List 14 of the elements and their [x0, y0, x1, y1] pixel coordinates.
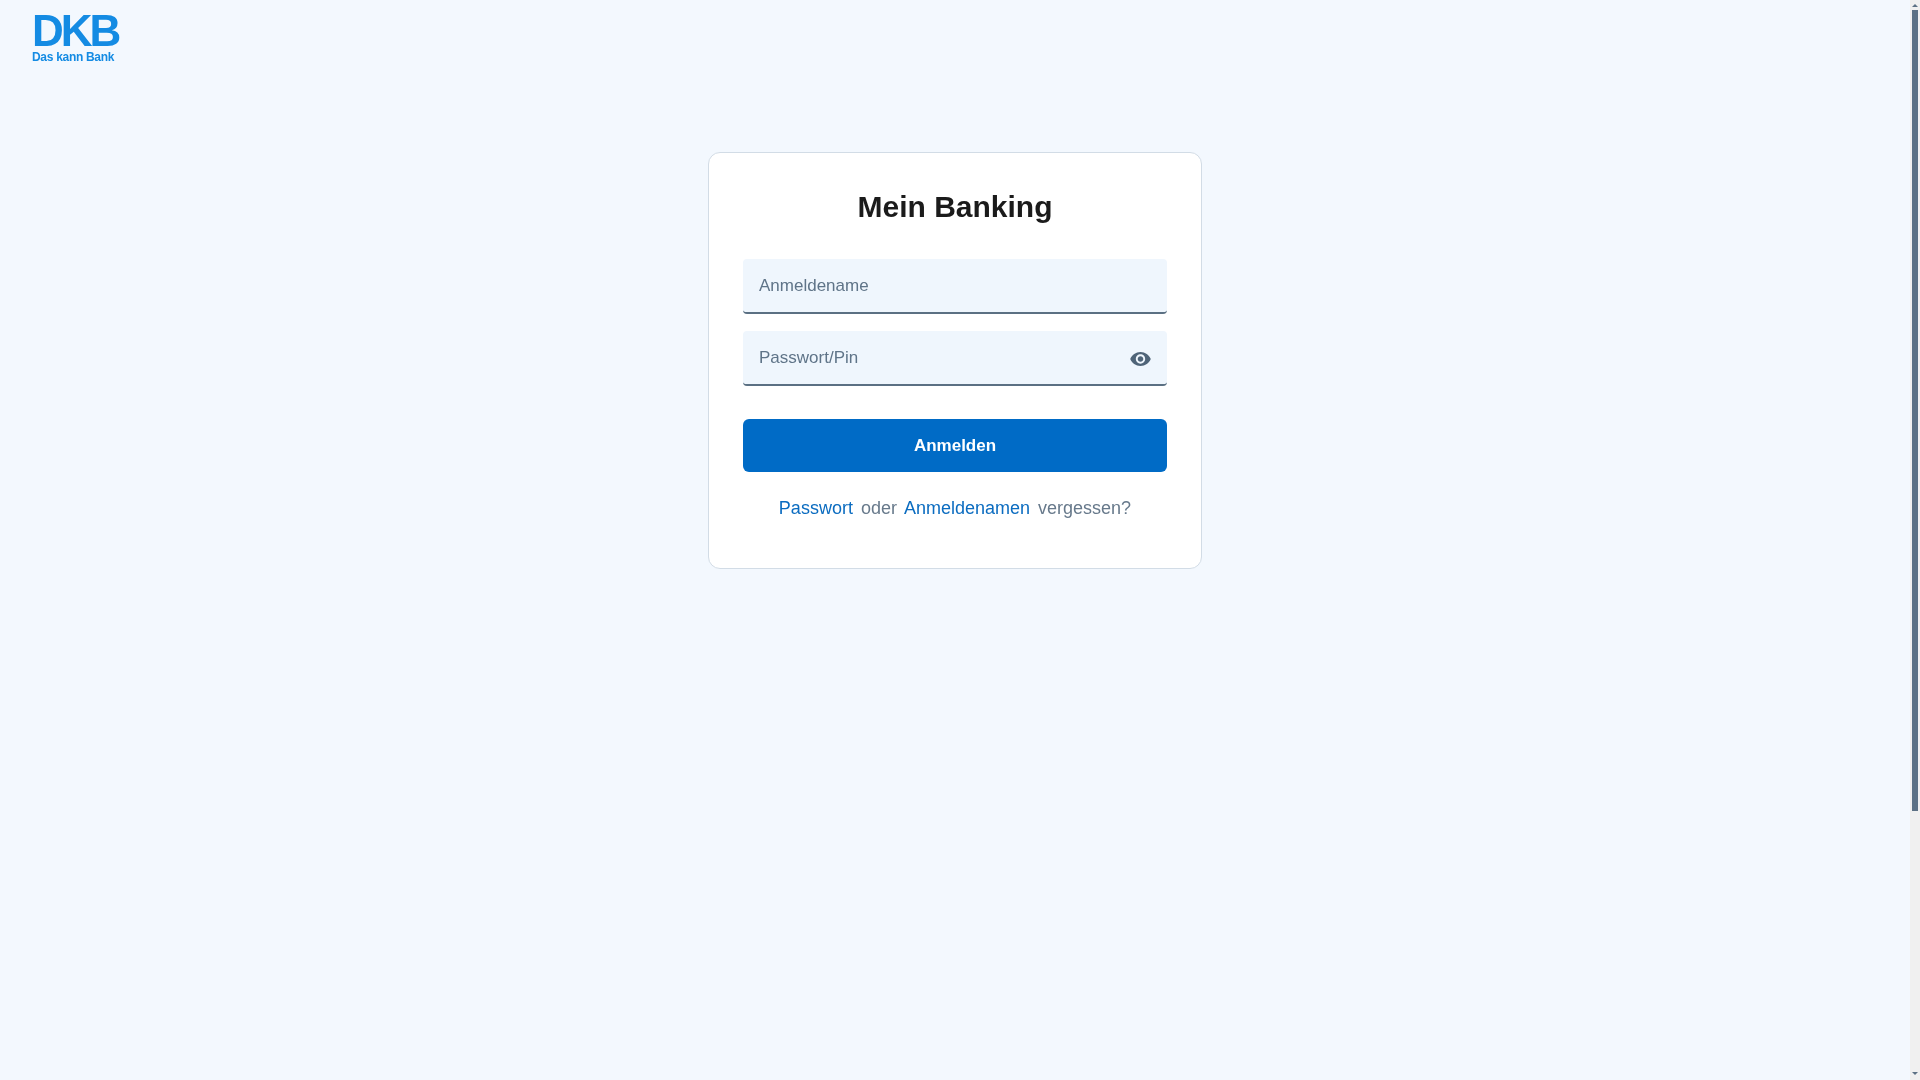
scroll-down-icon[interactable]	[1912, 1072, 1918, 1075]
login-button[interactable]: Anmelden	[743, 419, 1167, 472]
help-link[interactable]: Anmeldenamen	[903, 498, 1031, 518]
help-link[interactable]: Passwort	[778, 498, 853, 518]
eye-icon[interactable]	[1130, 352, 1151, 366]
logo-wordmark: DKB	[32, 11, 119, 51]
logo-tagline: Das kann Bank	[32, 51, 115, 63]
help-text: Passwort oder Anmeldenamen vergessen?	[778, 497, 1132, 519]
scrollbar-thumb[interactable]	[1912, 10, 1918, 811]
card-title: Mein Banking	[857, 189, 1053, 225]
scroll-up-icon[interactable]	[1912, 4, 1918, 7]
username-field[interactable]: Anmeldename	[743, 259, 1167, 314]
scrollbar[interactable]	[1910, 0, 1920, 1080]
password-field[interactable]: Passwort/Pin	[743, 331, 1167, 386]
